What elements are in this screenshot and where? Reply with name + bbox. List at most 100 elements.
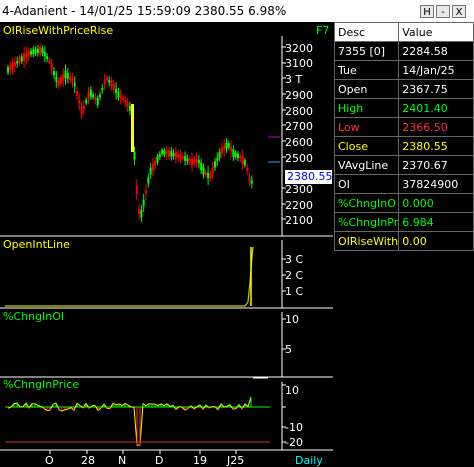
candle-body bbox=[122, 97, 124, 101]
candle-body bbox=[220, 147, 223, 153]
candle-body bbox=[145, 190, 147, 194]
candle-body bbox=[154, 161, 157, 166]
row-desc: VAvgLine bbox=[333, 155, 400, 175]
candle-body bbox=[36, 48, 39, 53]
oi-tick: 2 C bbox=[285, 269, 304, 282]
candle-body bbox=[99, 94, 101, 98]
candle-body bbox=[174, 151, 177, 159]
candle-body bbox=[71, 78, 74, 83]
candle-body bbox=[7, 67, 9, 73]
minimize-button[interactable]: - bbox=[436, 5, 450, 18]
candle-body bbox=[181, 156, 184, 159]
candle-body bbox=[66, 72, 69, 79]
chng-price-tick: -20 bbox=[285, 436, 303, 449]
candle-body bbox=[241, 156, 244, 164]
candle-body bbox=[179, 154, 182, 159]
candle-body bbox=[142, 199, 145, 206]
candle-body bbox=[223, 145, 226, 150]
candle-body bbox=[227, 143, 230, 148]
candle-body bbox=[112, 83, 115, 91]
candle-body bbox=[103, 80, 106, 85]
candle-body bbox=[135, 185, 138, 194]
chng-oi-label: %ChngInOI bbox=[3, 310, 65, 323]
candle-body bbox=[140, 209, 143, 218]
oi-tick: 1 C bbox=[285, 285, 304, 298]
candle-body bbox=[23, 53, 26, 62]
candle-body bbox=[32, 49, 35, 55]
candle-body bbox=[177, 154, 180, 158]
candle-body bbox=[211, 166, 214, 175]
candle-body bbox=[78, 100, 81, 104]
x-tick: 19 bbox=[193, 454, 207, 467]
candle-body bbox=[128, 105, 131, 112]
row-desc: Open bbox=[333, 79, 400, 99]
candle-body bbox=[20, 56, 23, 62]
tick-marks bbox=[282, 46, 286, 220]
candle-body bbox=[147, 177, 150, 184]
candle-body bbox=[218, 151, 221, 158]
row-value: 14/Jan/25 bbox=[398, 60, 474, 80]
row-value: 0.00 bbox=[398, 231, 474, 251]
candle-body bbox=[39, 46, 42, 55]
candle-body bbox=[202, 167, 205, 175]
candle-body bbox=[119, 95, 122, 98]
table-row: 7355 [0] 2284.58 bbox=[333, 41, 474, 61]
close-button[interactable]: X bbox=[452, 5, 466, 18]
candle-body bbox=[204, 171, 207, 176]
chng-oi-tick: 10 bbox=[285, 313, 299, 326]
x-tick: O bbox=[45, 454, 54, 467]
table-row: Open 2367.75 bbox=[333, 79, 474, 99]
table-header-row: Desc Value bbox=[333, 22, 474, 42]
candle-body bbox=[250, 180, 253, 184]
candle-body bbox=[62, 74, 65, 81]
candle-body bbox=[188, 158, 191, 164]
table-row: Close 2380.55 bbox=[333, 136, 474, 156]
row-value: 0.000 bbox=[398, 193, 474, 213]
table-row: OI 37824900 bbox=[333, 174, 474, 194]
row-value: 37824900 bbox=[398, 174, 474, 194]
chng-price-line bbox=[7, 396, 252, 446]
candle-body bbox=[30, 50, 32, 55]
candle-body bbox=[105, 77, 108, 81]
timeframe-label[interactable]: Daily bbox=[295, 454, 323, 467]
row-desc: OI bbox=[333, 174, 400, 194]
candle-body bbox=[124, 100, 127, 103]
x-tick: N bbox=[118, 454, 127, 467]
window-title: 4-Adanient - 14/01/25 15:59:09 2380.55 6… bbox=[2, 4, 287, 18]
row-value: 2367.75 bbox=[398, 79, 474, 99]
candle-body bbox=[25, 53, 28, 59]
candle-body bbox=[43, 51, 46, 57]
header-value: Value bbox=[398, 22, 474, 42]
candle-body bbox=[158, 154, 161, 158]
candle-body bbox=[94, 97, 97, 100]
candle-body bbox=[209, 173, 212, 179]
candle-body bbox=[191, 158, 193, 166]
help-button[interactable]: H bbox=[420, 5, 434, 18]
candle-body bbox=[115, 88, 118, 93]
candle-body bbox=[80, 106, 83, 115]
candle-body bbox=[50, 63, 53, 70]
row-desc: %ChngInO bbox=[333, 193, 400, 213]
oi-tick: 3 C bbox=[285, 253, 304, 266]
candle-body bbox=[53, 71, 55, 75]
candle-body bbox=[246, 167, 249, 171]
candle-body bbox=[161, 150, 164, 154]
candle-body bbox=[184, 156, 187, 161]
x-tick: D bbox=[155, 454, 164, 467]
row-value: 2366.50 bbox=[398, 117, 474, 137]
candle-body bbox=[34, 49, 37, 54]
candle-body bbox=[163, 149, 166, 156]
row-value: 2370.67 bbox=[398, 155, 474, 175]
chng-oi-tick: 5 bbox=[285, 343, 292, 356]
candle-body bbox=[82, 105, 85, 109]
quote-info-table: Desc Value 7355 [0] 2284.58 Tue 14/Jan/25 Op… bbox=[333, 22, 474, 251]
candle-body bbox=[108, 79, 111, 83]
table-row: VAvgLine 2370.67 bbox=[333, 155, 474, 175]
candle-body bbox=[243, 160, 246, 166]
candle-body bbox=[193, 158, 196, 164]
candle-body bbox=[27, 51, 30, 57]
candle-body bbox=[101, 87, 104, 91]
candle-body bbox=[57, 80, 60, 86]
candle-body bbox=[232, 149, 235, 157]
row-value: 2380.55 bbox=[398, 136, 474, 156]
